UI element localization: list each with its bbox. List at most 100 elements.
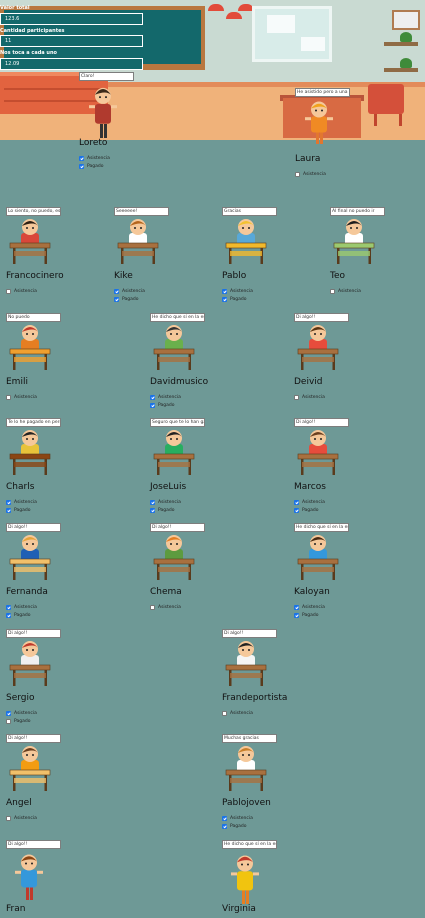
attendance-label: Asistencia [87, 156, 110, 161]
student-avatar-icon [330, 217, 378, 271]
speech-bubble-input[interactable]: He asistido pero a una cg [295, 88, 350, 97]
paid-checkbox[interactable] [222, 297, 227, 302]
student-name: Sergio [6, 693, 35, 703]
per-person-input[interactable]: 12.09 [0, 58, 143, 70]
attendance-checkbox[interactable] [222, 816, 227, 821]
paid-row[interactable]: Pagado [6, 719, 31, 725]
student-name: Loreto [79, 138, 108, 148]
speech-bubble-input[interactable]: Di algo!! [6, 734, 61, 743]
speech-bubble-input[interactable]: Gracias [222, 207, 277, 216]
attendance-checkbox[interactable] [6, 395, 11, 400]
attendance-row[interactable]: Asistencia [294, 500, 325, 506]
paid-label: Pagado [122, 297, 139, 302]
speech-bubble-input[interactable]: Claro! [79, 72, 134, 81]
attendance-checkbox[interactable] [6, 500, 11, 505]
attendance-row[interactable]: Asistencia [150, 395, 181, 401]
participants-input[interactable]: 11 [0, 35, 143, 47]
speech-bubble-input[interactable]: He dicho que sí en la esq [294, 523, 349, 532]
paid-checkbox[interactable] [150, 403, 155, 408]
attendance-row[interactable]: Asistencia [150, 500, 181, 506]
speech-bubble-input[interactable]: No puedo [6, 313, 61, 322]
attendance-checkbox[interactable] [6, 711, 11, 716]
speech-bubble-input[interactable]: He dicho que sí en la esq [150, 313, 205, 322]
paid-row[interactable]: Pagado [114, 297, 139, 303]
attendance-checkbox[interactable] [294, 395, 299, 400]
paid-label: Pagado [158, 508, 175, 513]
speech-bubble-input[interactable]: Seguro que te lo han gast [150, 418, 205, 427]
paid-checkbox[interactable] [6, 613, 11, 618]
speech-bubble-input[interactable]: He dicho que sí en la esq [222, 840, 277, 849]
paid-row[interactable]: Pagado [6, 508, 31, 514]
paid-label: Pagado [158, 403, 175, 408]
attendance-row[interactable]: Asistencia [295, 172, 326, 178]
speech-bubble-input[interactable]: Di algo!! [294, 418, 349, 427]
speech-bubble-input[interactable]: Di algo!! [6, 523, 61, 532]
paid-checkbox[interactable] [222, 824, 227, 829]
attendance-checkbox[interactable] [222, 711, 227, 716]
speech-bubble-input[interactable]: Di algo!! [294, 313, 349, 322]
total-input[interactable]: 123.6 [0, 13, 143, 25]
attendance-label: Asistencia [14, 395, 37, 400]
attendance-row[interactable]: Asistencia [330, 289, 361, 295]
attendance-label: Asistencia [122, 289, 145, 294]
paid-row[interactable]: Pagado [150, 508, 175, 514]
attendance-row[interactable]: Asistencia [6, 289, 37, 295]
paid-label: Pagado [87, 164, 104, 169]
speech-bubble-input[interactable]: Di algo!! [150, 523, 205, 532]
speech-bubble-input[interactable]: Seeeeee! [114, 207, 169, 216]
attendance-checkbox[interactable] [6, 605, 11, 610]
paid-row[interactable]: Pagado [222, 824, 247, 830]
attendance-row[interactable]: Asistencia [6, 500, 37, 506]
attendance-row[interactable]: Asistencia [150, 605, 181, 611]
attendance-checkbox[interactable] [6, 816, 11, 821]
attendance-row[interactable]: Asistencia [6, 605, 37, 611]
speech-bubble-input[interactable]: Muchas gracias [222, 734, 277, 743]
attendance-checkbox[interactable] [294, 500, 299, 505]
attendance-row[interactable]: Asistencia [79, 156, 110, 162]
paid-row[interactable]: Pagado [150, 403, 175, 409]
attendance-checkbox[interactable] [79, 156, 84, 161]
paid-checkbox[interactable] [79, 164, 84, 169]
student-name: Pablojoven [222, 798, 271, 808]
speech-bubble-input[interactable]: Di algo!! [6, 840, 61, 849]
paid-row[interactable]: Pagado [294, 613, 319, 619]
paid-label: Pagado [14, 719, 31, 724]
paid-checkbox[interactable] [294, 613, 299, 618]
student-name: Chema [150, 587, 182, 597]
paid-checkbox[interactable] [6, 508, 11, 513]
attendance-checkbox[interactable] [114, 289, 119, 294]
paid-row[interactable]: Pagado [6, 613, 31, 619]
speech-bubble-input[interactable]: Te lo he pagado en persona [6, 418, 61, 427]
paid-row[interactable]: Pagado [79, 164, 104, 170]
attendance-row[interactable]: Asistencia [294, 605, 325, 611]
attendance-checkbox[interactable] [6, 289, 11, 294]
attendance-row[interactable]: Asistencia [6, 395, 37, 401]
attendance-row[interactable]: Asistencia [6, 816, 37, 822]
attendance-checkbox[interactable] [150, 500, 155, 505]
paid-row[interactable]: Pagado [294, 508, 319, 514]
attendance-row[interactable]: Asistencia [114, 289, 145, 295]
attendance-label: Asistencia [230, 711, 253, 716]
attendance-row[interactable]: Asistencia [6, 711, 37, 717]
attendance-row[interactable]: Asistencia [294, 395, 325, 401]
attendance-checkbox[interactable] [295, 172, 300, 177]
paid-checkbox[interactable] [114, 297, 119, 302]
student-name: Virginia [222, 904, 256, 914]
paid-row[interactable]: Pagado [222, 297, 247, 303]
paid-label: Pagado [14, 613, 31, 618]
paid-checkbox[interactable] [6, 719, 11, 724]
attendance-row[interactable]: Asistencia [222, 711, 253, 717]
paid-checkbox[interactable] [294, 508, 299, 513]
attendance-row[interactable]: Asistencia [222, 816, 253, 822]
speech-bubble-input[interactable]: Di algo!! [222, 629, 277, 638]
paid-checkbox[interactable] [150, 508, 155, 513]
speech-bubble-input[interactable]: Lo siento, no puedo, estoy [6, 207, 61, 216]
attendance-checkbox[interactable] [330, 289, 335, 294]
attendance-checkbox[interactable] [222, 289, 227, 294]
speech-bubble-input[interactable]: Al final no puedo ir [330, 207, 385, 216]
speech-bubble-input[interactable]: Di algo!! [6, 629, 61, 638]
attendance-checkbox[interactable] [294, 605, 299, 610]
attendance-checkbox[interactable] [150, 395, 155, 400]
attendance-row[interactable]: Asistencia [222, 289, 253, 295]
attendance-checkbox[interactable] [150, 605, 155, 610]
